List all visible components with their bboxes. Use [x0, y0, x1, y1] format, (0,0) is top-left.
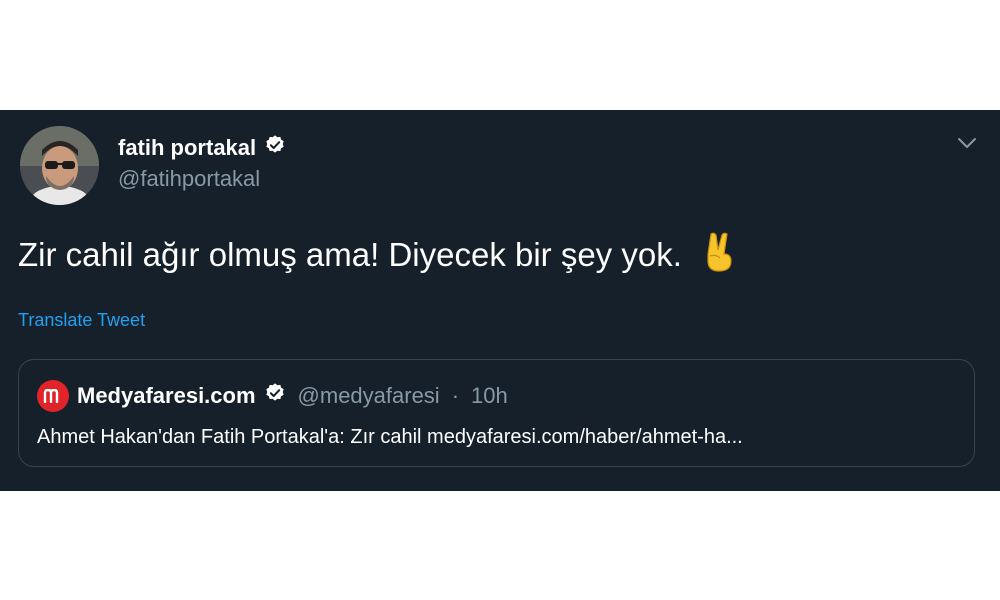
author-handle[interactable]: @fatihportakal: [118, 166, 260, 192]
author-display-name[interactable]: fatih portakal: [118, 135, 256, 161]
quoted-tweet[interactable]: Medyafaresi.com @medyafaresi · 10h Ahmet…: [18, 359, 975, 467]
medyafaresi-logo-icon[interactable]: [37, 380, 69, 412]
quoted-handle[interactable]: @medyafaresi: [298, 383, 440, 409]
quoted-tweet-text: Ahmet Hakan'dan Fatih Portakal'a: Zır ca…: [37, 426, 743, 448]
quoted-tweet-header: Medyafaresi.com @medyafaresi · 10h: [37, 380, 508, 412]
victory-hand-icon: [702, 230, 736, 280]
chevron-down-icon[interactable]: [956, 136, 978, 150]
tweet-text: Zir cahil ağır olmuş ama! Diyecek bir şe…: [18, 236, 682, 273]
tweet-text-row: Zir cahil ağır olmuş ama! Diyecek bir şe…: [18, 230, 736, 280]
tweet-card: fatih portakal @fatihportakal Zir cahil …: [0, 110, 1000, 491]
translate-tweet-link[interactable]: Translate Tweet: [18, 310, 145, 331]
verified-badge-icon: [264, 134, 286, 162]
author-name[interactable]: fatih portakal: [118, 134, 286, 162]
verified-badge-icon: [264, 382, 286, 410]
avatar[interactable]: [20, 126, 99, 205]
quoted-separator: ·: [451, 383, 460, 408]
quoted-time[interactable]: 10h: [471, 383, 508, 409]
quoted-display-name[interactable]: Medyafaresi.com: [77, 383, 256, 409]
